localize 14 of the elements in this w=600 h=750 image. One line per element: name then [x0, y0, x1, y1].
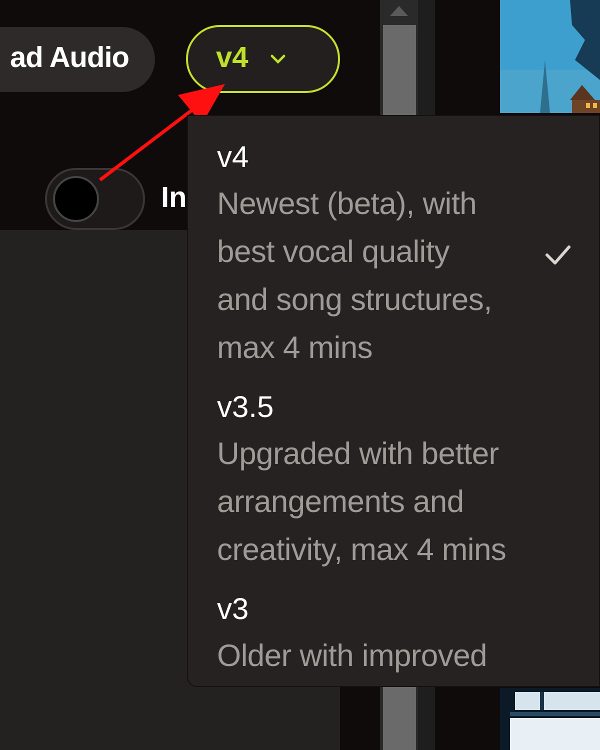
menu-item-title: v3: [217, 592, 250, 628]
menu-item[interactable]: v3.5 Upgraded with better arrangements and creativity, max 4 mins: [217, 388, 572, 574]
menu-item[interactable]: v3 Older with improved: [217, 590, 572, 680]
scroll-up-icon[interactable]: [390, 6, 408, 16]
menu-item-description: Newest (beta), with best vocal quality and song structures, max 4 mins: [217, 185, 492, 367]
toggle-label: In: [161, 181, 187, 216]
checkmark-icon: [544, 244, 572, 266]
menu-item-title: v4: [217, 140, 250, 176]
menu-item-description: Upgraded with better arrangements and creativity, max 4 mins: [217, 435, 506, 569]
menu-item-title: v3.5: [217, 390, 275, 426]
model-select[interactable]: v4: [186, 25, 340, 93]
upload-audio-button[interactable]: ad Audio: [0, 26, 155, 92]
chevron-down-icon: [270, 54, 286, 64]
menu-item-description: Older with improved: [217, 637, 487, 675]
